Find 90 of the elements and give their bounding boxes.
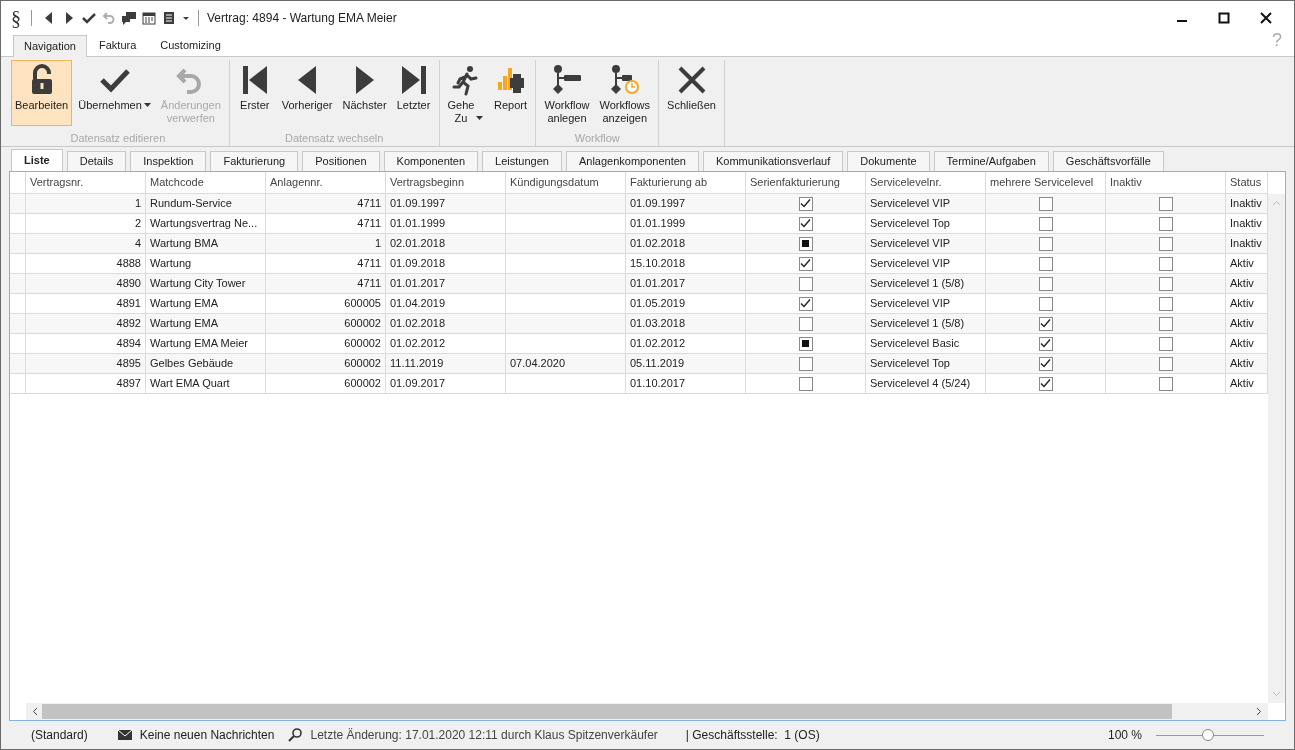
- checkbox[interactable]: [798, 276, 813, 291]
- ribbon-button[interactable]: Übernehmen: [74, 60, 155, 126]
- table-cell: Wart EMA Quart: [146, 374, 266, 394]
- checkbox[interactable]: [1158, 336, 1173, 351]
- checkbox[interactable]: [1158, 356, 1173, 371]
- document-tab[interactable]: Anlagenkomponenten: [565, 151, 699, 171]
- document-tab[interactable]: Dokumente: [847, 151, 930, 171]
- ribbon-button[interactable]: Workflow anlegen: [540, 60, 594, 126]
- checkbox[interactable]: [1038, 376, 1053, 391]
- window-title: Vertrag: 4894 - Wartung EMA Meier: [207, 10, 397, 27]
- document-tab[interactable]: Fakturierung: [210, 151, 299, 171]
- slider-thumb[interactable]: [1201, 729, 1214, 741]
- checkbox[interactable]: [798, 376, 813, 391]
- ribbon-button[interactable]: Bearbeiten: [11, 60, 73, 126]
- layout-label[interactable]: (Standard): [31, 726, 88, 744]
- table-cell: Servicelevel 4 (5/24): [866, 374, 986, 394]
- scrollbar-thumb[interactable]: [42, 704, 1172, 719]
- checkbox[interactable]: [1038, 296, 1053, 311]
- checkbox[interactable]: [1158, 276, 1173, 291]
- checkbox[interactable]: [798, 236, 813, 251]
- checkbox[interactable]: [1038, 316, 1053, 331]
- caret-icon: [476, 116, 484, 121]
- document-tab[interactable]: Kommunikationsverlauf: [702, 151, 844, 171]
- table-cell: 01.10.2017: [626, 374, 746, 394]
- table-cell: 01.09.2017: [386, 374, 506, 394]
- zoom-percent: 100 %: [1107, 727, 1142, 744]
- checkbox[interactable]: [1038, 256, 1053, 271]
- checkbox[interactable]: [1158, 216, 1173, 231]
- checkbox[interactable]: [798, 336, 813, 351]
- scroll-right-icon[interactable]: [1256, 707, 1262, 716]
- document-list-icon[interactable]: [162, 11, 176, 25]
- ribbon-tab[interactable]: Customizing: [148, 34, 233, 56]
- ribbon-button[interactable]: Erster: [233, 60, 276, 126]
- calendar-icon[interactable]: [142, 11, 156, 25]
- document-tab[interactable]: Termine/Aufgaben: [933, 151, 1049, 171]
- checkmark-icon[interactable]: [82, 11, 96, 25]
- envelope-icon: [117, 730, 132, 740]
- checkbox[interactable]: [1158, 296, 1173, 311]
- checkbox[interactable]: [1158, 376, 1173, 391]
- checkbox[interactable]: [798, 356, 813, 371]
- workflow-diagram-icon: [551, 64, 583, 96]
- ribbon-button[interactable]: Workflows anzeigen: [595, 60, 655, 126]
- checkbox[interactable]: [1158, 256, 1173, 271]
- branch-status: | Geschäftsstelle: 1 (OS): [685, 727, 820, 744]
- checkbox[interactable]: [798, 316, 813, 331]
- checkbox[interactable]: [798, 216, 813, 231]
- document-tab[interactable]: Liste: [11, 149, 63, 171]
- document-tab[interactable]: Leistungen: [482, 151, 562, 171]
- checkbox[interactable]: [1038, 356, 1053, 371]
- last-change-status: Letzte Änderung: 17.01.2020 12:11 durch Klaus Spitzenverkäufer: [310, 727, 658, 744]
- checkbox[interactable]: [1158, 236, 1173, 251]
- ribbon-button[interactable]: Nächster: [338, 60, 391, 126]
- checkbox[interactable]: [1038, 216, 1053, 231]
- document-tab[interactable]: Positionen: [302, 151, 380, 171]
- checkbox[interactable]: [1038, 336, 1053, 351]
- ribbon-tab[interactable]: Navigation: [13, 35, 87, 57]
- maximize-icon[interactable]: [1218, 12, 1230, 24]
- messages-status[interactable]: Keine neuen Nachrichten: [139, 726, 275, 744]
- table-cell: 4897: [26, 374, 146, 394]
- ribbon-tab[interactable]: Faktura: [87, 34, 149, 56]
- checkbox[interactable]: [798, 296, 813, 311]
- ribbon-button[interactable]: Letzter: [392, 60, 435, 126]
- ribbon-button[interactable]: Schließen: [663, 60, 720, 126]
- document-tab[interactable]: Details: [66, 151, 127, 171]
- magnifier-icon: [288, 728, 303, 742]
- document-tab[interactable]: Inspektion: [130, 151, 207, 171]
- ribbon-button[interactable]: Report: [489, 60, 532, 126]
- checkbox[interactable]: [798, 196, 813, 211]
- caret-icon: [143, 103, 151, 108]
- checkbox[interactable]: [1158, 196, 1173, 211]
- checkbox[interactable]: [1038, 276, 1053, 291]
- checkbox[interactable]: [798, 256, 813, 271]
- document-tab[interactable]: Geschäftsvorfälle: [1052, 151, 1164, 171]
- close-icon[interactable]: [1260, 12, 1272, 24]
- ribbon-button[interactable]: Vorheriger: [277, 60, 337, 126]
- row-header-cell[interactable]: [10, 374, 26, 394]
- table-cell: 600002: [266, 374, 386, 394]
- zoom-slider[interactable]: [1156, 728, 1264, 742]
- group-label: Datensatz editieren: [70, 131, 166, 146]
- document-tab[interactable]: Komponenten: [383, 151, 479, 171]
- group-label: Datensatz wechseln: [284, 131, 384, 146]
- group-label: Workflow: [574, 131, 620, 146]
- speech-bubbles-icon[interactable]: [122, 11, 136, 25]
- checkbox[interactable]: [1038, 196, 1053, 211]
- ribbon-button[interactable]: Gehe Zu: [443, 60, 488, 126]
- checkbox[interactable]: [1158, 316, 1173, 331]
- scroll-left-icon[interactable]: [32, 707, 38, 716]
- horizontal-scrollbar[interactable]: [26, 703, 1268, 720]
- app-symbol: §: [11, 6, 21, 31]
- checkbox[interactable]: [1038, 236, 1053, 251]
